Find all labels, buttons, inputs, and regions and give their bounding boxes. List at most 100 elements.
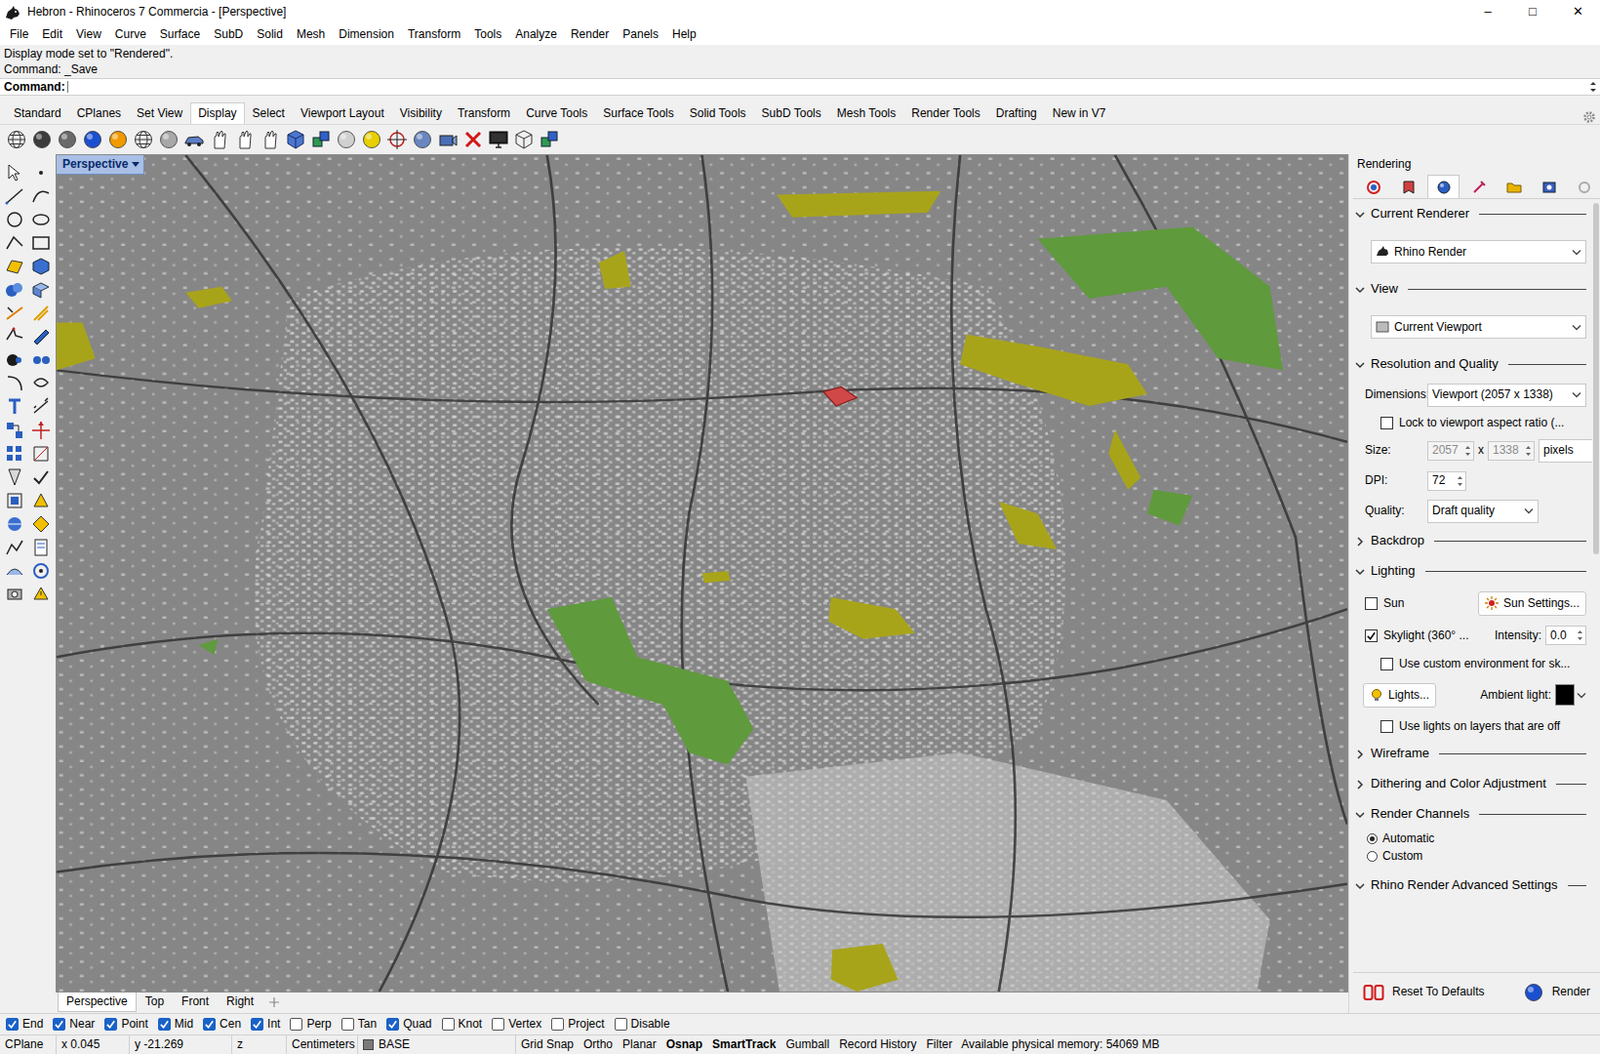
section-header[interactable]: Render Channels xyxy=(1355,799,1587,830)
toolbar-tab[interactable]: Mesh Tools xyxy=(829,102,904,124)
toolbar-tab[interactable]: Visibility xyxy=(392,102,450,124)
display-icon[interactable] xyxy=(487,128,510,151)
osnap-label[interactable]: Vertex xyxy=(508,1016,542,1032)
arc-icon[interactable] xyxy=(2,372,27,395)
properties-icon[interactable] xyxy=(1365,179,1382,196)
radio-label[interactable]: Automatic xyxy=(1382,831,1435,846)
section-title[interactable]: Rhino Render Advanced Settings xyxy=(1370,877,1559,893)
checkbox[interactable] xyxy=(1380,416,1394,430)
maximize-button[interactable]: □ xyxy=(1510,0,1556,25)
technical-icon[interactable] xyxy=(183,128,205,151)
menu-item[interactable]: View xyxy=(69,26,109,43)
viewport-label[interactable]: Perspective xyxy=(56,155,145,175)
section-header[interactable]: Dithering and Color Adjustment xyxy=(1355,768,1587,800)
toolbar-tab[interactable]: Drafting xyxy=(988,102,1045,124)
materials-icon[interactable] xyxy=(1471,179,1487,196)
viewport-tab[interactable]: Perspective xyxy=(57,992,137,1012)
checkbox-option[interactable]: Lock to viewport aspect ratio (... xyxy=(1355,409,1587,436)
sun-icon[interactable] xyxy=(1484,596,1499,610)
osnap-option[interactable]: Disable xyxy=(614,1016,671,1032)
rendered-icon[interactable] xyxy=(107,128,129,151)
chevron-icon[interactable] xyxy=(1355,360,1365,370)
unit-dropdown-value[interactable]: pixels xyxy=(1543,442,1574,458)
status-toggle[interactable]: Planar xyxy=(617,1037,662,1052)
menu-item[interactable]: Solid xyxy=(249,26,290,43)
menu-item[interactable]: Analyze xyxy=(508,26,564,43)
status-toggle[interactable]: Gumball xyxy=(780,1037,835,1052)
dimension-icon[interactable] xyxy=(29,396,53,418)
section-header[interactable]: Wireframe xyxy=(1355,738,1587,769)
osnap-label[interactable]: Disable xyxy=(631,1016,671,1032)
checkbox[interactable] xyxy=(551,1017,564,1031)
toolbar-tab[interactable]: Solid Tools xyxy=(681,102,755,124)
menu-item[interactable]: Tools xyxy=(467,26,509,43)
render-label[interactable]: Render xyxy=(1552,984,1591,1000)
checkbox[interactable] xyxy=(1364,629,1378,642)
menu-item[interactable]: Transform xyxy=(400,26,468,43)
section-title[interactable]: Dithering and Color Adjustment xyxy=(1370,775,1547,792)
section-header[interactable]: View xyxy=(1355,274,1587,305)
render-button[interactable]: Render xyxy=(1517,977,1597,1007)
osnap-option[interactable]: Mid xyxy=(158,1016,194,1032)
cplane-indicator[interactable]: CPlane xyxy=(0,1035,57,1054)
osnap-label[interactable]: Near xyxy=(69,1016,95,1032)
osnap-option[interactable]: Perp xyxy=(289,1016,331,1032)
checkbox-label[interactable]: Sun xyxy=(1383,596,1404,611)
menu-item[interactable]: Edit xyxy=(35,26,70,43)
ellipse-icon[interactable] xyxy=(29,208,53,231)
toolbar-tab[interactable]: Display xyxy=(190,102,244,124)
menu-item[interactable]: Mesh xyxy=(289,26,332,43)
osnap-label[interactable]: Quad xyxy=(402,1016,432,1032)
renderer-dropdown-value[interactable]: Rhino Render xyxy=(1394,244,1467,260)
section-title[interactable]: Resolution and Quality xyxy=(1370,356,1499,372)
checkbox-option[interactable]: Sun xyxy=(1355,590,1404,616)
dimensions-dropdown[interactable]: Viewport (2057 x 1338) xyxy=(1427,383,1587,407)
checkbox[interactable] xyxy=(158,1017,171,1031)
osnap-option[interactable]: End xyxy=(5,1016,43,1032)
line-icon[interactable] xyxy=(2,185,27,207)
loft-icon[interactable] xyxy=(2,560,27,582)
add-viewport-icon[interactable] xyxy=(262,992,286,1012)
color-swatch[interactable] xyxy=(1555,683,1575,706)
toolbar-tab[interactable]: Viewport Layout xyxy=(292,102,393,124)
checkbox[interactable] xyxy=(104,1017,118,1031)
pencil-icon[interactable] xyxy=(29,325,53,348)
checkbox[interactable] xyxy=(614,1017,628,1031)
chevron-down-icon[interactable] xyxy=(1571,391,1582,399)
viewport-name[interactable]: Perspective xyxy=(62,157,128,172)
chevron-down-icon[interactable] xyxy=(1571,323,1582,331)
solid-icon[interactable] xyxy=(29,255,53,278)
section-title[interactable]: View xyxy=(1370,280,1399,297)
osnap-option[interactable]: Project xyxy=(551,1016,604,1032)
extrude-icon[interactable] xyxy=(29,279,53,301)
spinner-icon[interactable] xyxy=(1464,444,1472,457)
reset-icon[interactable] xyxy=(1362,983,1385,1001)
chevron-icon[interactable] xyxy=(1355,880,1365,891)
chevron-icon[interactable] xyxy=(1355,209,1365,220)
panel-tab[interactable] xyxy=(1532,174,1565,199)
toolbar-tab[interactable]: Transform xyxy=(449,102,519,124)
checkbox[interactable] xyxy=(1364,597,1378,610)
section-header[interactable]: Rhino Render Advanced Settings xyxy=(1355,870,1587,901)
dpi-field-value[interactable]: 72 xyxy=(1432,473,1445,488)
menu-item[interactable]: Dimension xyxy=(331,26,401,43)
intensity-field[interactable]: 0.0 xyxy=(1545,625,1587,645)
osnap-option[interactable]: Vertex xyxy=(491,1016,542,1032)
panel-tab[interactable] xyxy=(1427,174,1460,199)
panel-tab[interactable] xyxy=(1497,174,1530,199)
environments-icon[interactable] xyxy=(1541,179,1558,196)
osnap-option[interactable]: Point xyxy=(104,1016,148,1032)
scrollbar[interactable] xyxy=(1593,202,1600,555)
radio-button[interactable] xyxy=(1366,833,1378,844)
command-input[interactable] xyxy=(67,80,1587,93)
checkbox-option[interactable]: Use lights on layers that are off xyxy=(1355,713,1587,739)
taper-icon[interactable] xyxy=(2,466,27,488)
point-icon[interactable] xyxy=(29,161,53,184)
width-field[interactable]: 2057 xyxy=(1427,440,1475,461)
osnap-option[interactable]: Near xyxy=(52,1016,95,1032)
cplane-icon[interactable] xyxy=(386,128,408,151)
layer-name[interactable]: BASE xyxy=(378,1037,410,1052)
toolbar-tab[interactable]: Curve Tools xyxy=(518,102,596,124)
osnap-label[interactable]: Mid xyxy=(174,1016,194,1032)
viewport-tab[interactable]: Right xyxy=(217,992,263,1012)
